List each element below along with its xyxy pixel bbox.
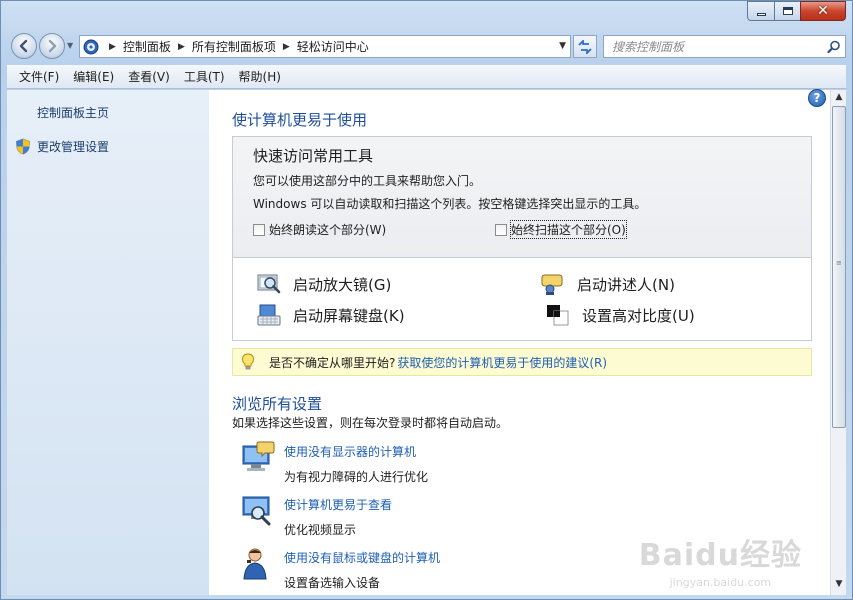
main-content: 使计算机更易于使用 快速访问常用工具 您可以使用这部分中的工具来帮助您入门。 W… (209, 90, 830, 595)
setting-item-no-mouse-keyboard: 使用没有鼠标或键盘的计算机 设置备选输入设备 (241, 546, 440, 591)
breadcrumb-item[interactable]: 轻松访问中心 (297, 38, 369, 55)
close-icon: ✕ (817, 3, 829, 19)
refresh-button[interactable] (573, 35, 597, 58)
browse-settings-description: 如果选择这些设置，则在每次登录时都将自动启动。 (232, 416, 509, 430)
high-contrast-tool[interactable]: 设置高对比度(U) (546, 304, 695, 326)
back-arrow-icon (19, 39, 28, 53)
monitor-magnifier-icon (242, 496, 271, 526)
quick-access-section: 快速访问常用工具 您可以使用这部分中的工具来帮助您入门。 Windows 可以自… (232, 136, 812, 341)
menu-bar: 文件(F) 编辑(E) 查看(V) 工具(T) 帮助(H) (7, 65, 846, 89)
help-icon[interactable]: ? (808, 89, 826, 107)
grip-icon: ≡ (836, 259, 842, 267)
quick-access-scan-info: Windows 可以自动读取和扫描这个列表。按空格键选择突出显示的工具。 (253, 197, 647, 211)
browse-settings-title: 浏览所有设置 (232, 395, 323, 413)
keyboard-icon (257, 304, 281, 326)
start-onscreen-keyboard-label: 启动屏幕键盘(K) (293, 306, 405, 325)
always-read-checkbox[interactable]: 始终朗读这个部分(W) (253, 221, 386, 238)
left-navigation-pane: 控制面板主页 更改管理设置 (7, 90, 209, 595)
control-panel-icon (80, 36, 102, 57)
vertical-scrollbar[interactable]: ▲ ≡ ▼ (830, 90, 846, 595)
monitor-speech-icon (242, 441, 275, 471)
start-magnifier-label: 启动放大镜(G) (293, 275, 392, 294)
easier-to-see-link[interactable]: 使计算机更易于查看 (284, 496, 392, 513)
control-panel-home-link[interactable]: 控制面板主页 (37, 104, 109, 121)
scroll-down-arrow-icon[interactable]: ▼ (831, 579, 847, 593)
lightbulb-icon (241, 353, 255, 370)
change-admin-settings-link[interactable]: 更改管理设置 (15, 138, 109, 155)
close-button[interactable]: ✕ (800, 1, 846, 21)
search-input[interactable] (604, 36, 823, 57)
change-admin-settings-label: 更改管理设置 (37, 140, 110, 154)
setting-item-no-display: 使用没有显示器的计算机 为有视力障碍的人进行优化 (241, 440, 428, 485)
always-read-label: 始终朗读这个部分(W) (269, 223, 387, 237)
address-dropdown-icon[interactable]: ▼ (559, 41, 566, 51)
control-panel-window: ✕ ▼ ▶ 控制面板 ▶ 所有控制面板项 ▶ 轻松访问中心 ▼ 搜索控制面板 文… (0, 0, 853, 600)
menu-help[interactable]: 帮助(H) (233, 65, 287, 88)
checkbox-box[interactable] (495, 223, 507, 236)
forward-button[interactable] (39, 33, 65, 59)
no-display-description: 为有视力障碍的人进行优化 (284, 470, 429, 484)
high-contrast-label: 设置高对比度(U) (582, 306, 695, 325)
breadcrumb-separator[interactable]: ▶ (109, 42, 116, 52)
breadcrumb-separator[interactable]: ▶ (283, 42, 290, 52)
recent-pages-dropdown-icon[interactable]: ▼ (67, 41, 73, 50)
scrollbar-thumb[interactable]: ≡ (832, 106, 846, 428)
minimize-button[interactable] (747, 1, 774, 21)
menu-edit[interactable]: 编辑(E) (67, 65, 120, 88)
no-display-link[interactable]: 使用没有显示器的计算机 (284, 443, 428, 460)
start-onscreen-keyboard-tool[interactable]: 启动屏幕键盘(K) (257, 304, 405, 326)
easier-to-see-description: 优化视频显示 (284, 523, 357, 537)
setting-item-easier-to-see: 使计算机更易于查看 优化视频显示 (241, 493, 392, 538)
search-icon[interactable] (823, 40, 845, 54)
get-recommendations-link[interactable]: 获取使您的计算机更易于使用的建议(R) (397, 354, 607, 371)
breadcrumb-item[interactable]: 控制面板 (123, 38, 171, 55)
address-bar[interactable]: ▶ 控制面板 ▶ 所有控制面板项 ▶ 轻松访问中心 ▼ (79, 35, 571, 58)
always-scan-checkbox[interactable]: 始终扫描这个部分(O) (495, 220, 627, 239)
suggestion-prefix: 是否不确定从哪里开始? (269, 355, 396, 370)
breadcrumb-separator[interactable]: ▶ (178, 42, 185, 52)
refresh-icon (578, 39, 592, 54)
quick-access-intro: 您可以使用这部分中的工具来帮助您入门。 (253, 174, 482, 188)
menu-file[interactable]: 文件(F) (13, 65, 65, 88)
start-narrator-label: 启动讲述人(N) (577, 275, 675, 294)
no-mouse-keyboard-link[interactable]: 使用没有鼠标或键盘的计算机 (284, 549, 440, 566)
breadcrumb-item[interactable]: 所有控制面板项 (192, 38, 276, 55)
suggestion-bar: 是否不确定从哪里开始? 获取使您的计算机更易于使用的建议(R) (232, 348, 812, 376)
minimize-icon (756, 12, 766, 16)
always-scan-label: 始终扫描这个部分(O) (510, 220, 627, 239)
forward-arrow-icon (48, 39, 57, 53)
high-contrast-icon (547, 305, 569, 326)
start-magnifier-tool[interactable]: 启动放大镜(G) (257, 273, 391, 295)
person-icon (243, 548, 267, 580)
shield-icon (16, 138, 30, 155)
start-narrator-tool[interactable]: 启动讲述人(N) (541, 273, 675, 295)
menu-tools[interactable]: 工具(T) (178, 65, 231, 88)
back-button[interactable] (11, 33, 37, 59)
checkbox-box[interactable] (253, 223, 265, 236)
page-title: 使计算机更易于使用 (232, 111, 368, 129)
narrator-icon (541, 274, 563, 295)
menu-view[interactable]: 查看(V) (122, 65, 176, 88)
scroll-up-arrow-icon[interactable]: ▲ (831, 92, 847, 106)
quick-access-header: 快速访问常用工具 您可以使用这部分中的工具来帮助您入门。 Windows 可以自… (233, 137, 811, 258)
search-box[interactable] (603, 35, 846, 58)
quick-access-title: 快速访问常用工具 (253, 147, 374, 165)
maximize-button[interactable] (774, 1, 800, 21)
no-mouse-keyboard-description: 设置备选输入设备 (284, 576, 381, 590)
magnifier-icon (257, 274, 281, 294)
maximize-icon (782, 7, 793, 15)
window-controls: ✕ (747, 1, 846, 21)
navigation-bar: ▼ ▶ 控制面板 ▶ 所有控制面板项 ▶ 轻松访问中心 ▼ (9, 31, 846, 61)
